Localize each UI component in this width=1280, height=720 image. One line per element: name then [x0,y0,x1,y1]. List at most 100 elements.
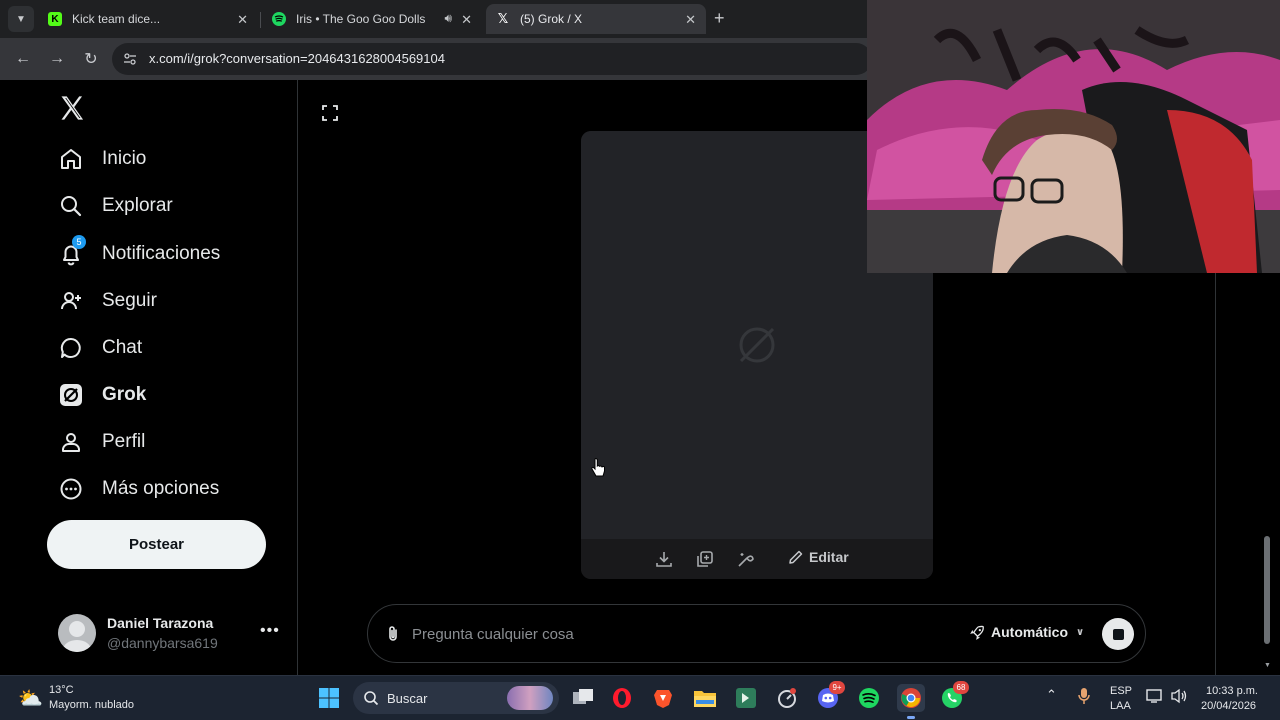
rocket-icon [970,625,984,640]
weather-widget[interactable]: ⛅ 13°C Mayorm. nublado [18,684,158,714]
tab-close-icon[interactable]: ✕ [461,12,472,28]
webcam-overlay [867,0,1280,273]
whatsapp-icon[interactable]: 68 [939,681,969,711]
column-divider [1215,270,1216,675]
mode-label: Automático [991,624,1068,640]
grok-icon [58,382,84,408]
tab-title: (5) Grok / X [520,12,583,26]
windows-start-icon[interactable] [316,685,342,711]
tab-divider [260,12,261,28]
image-actions: Editar [581,539,933,579]
avatar [58,614,96,652]
clock-date: 20/04/2026 [1201,700,1257,712]
taskbar-search[interactable]: Buscar [353,682,559,714]
tab-kick[interactable]: K Kick team dice... ✕ [38,4,258,34]
sidebar-item-chat[interactable]: Chat [58,333,142,363]
sidebar: Inicio Explorar 5 Notificaciones Seguir [0,80,298,675]
task-view-icon[interactable] [570,685,596,711]
tab-search-menu-button[interactable]: ▼ [8,6,34,32]
audio-playing-icon[interactable]: 🔊︎ [444,11,452,26]
sidebar-item-label: Notificaciones [102,243,221,264]
magic-edit-icon[interactable] [737,550,755,568]
forward-arrow-icon[interactable]: → [46,48,68,70]
address-bar[interactable]: x.com/i/grok?conversation=20464316280045… [112,43,872,75]
kick-icon: K [48,12,62,26]
account-switcher[interactable]: Daniel Tarazona @dannybarsa619 ••• [58,614,288,654]
sidebar-item-label: Inicio [102,148,147,169]
sidebar-item-label: Más opciones [102,478,220,499]
discord-icon[interactable]: 9+ [815,681,845,711]
input-language[interactable]: ESP [1110,685,1132,697]
input-language-layout: LAA [1110,700,1131,712]
new-tab-button[interactable]: + [714,8,725,29]
post-button[interactable]: Postear [47,520,266,569]
reload-icon[interactable]: ↻ [80,48,102,70]
clock-time[interactable]: 10:33 p.m. [1206,685,1258,697]
scroll-down-arrow-icon[interactable]: ▼ [1264,662,1271,669]
more-horizontal-icon[interactable]: ••• [260,622,280,640]
grok-prompt-input[interactable] [412,623,912,645]
chrome-icon[interactable] [897,684,925,712]
attach-icon[interactable] [384,625,402,643]
chrome-active-indicator [907,716,915,719]
search-label: Buscar [387,691,428,706]
x-logo-icon[interactable] [58,94,86,122]
search-icon [364,691,379,706]
search-highlight-image [507,686,553,710]
account-name: Daniel Tarazona [107,615,214,631]
brave-icon[interactable] [650,685,676,711]
grok-loading-icon [739,327,775,363]
sidebar-item-seguir[interactable]: Seguir [58,286,157,316]
sidebar-item-inicio[interactable]: Inicio [58,144,146,174]
sidebar-item-label: Explorar [102,195,173,216]
bell-icon: 5 [58,235,86,267]
discord-badge: 9+ [829,681,845,694]
spotify-icon[interactable] [856,685,882,711]
tab-spotify[interactable]: Iris • The Goo Goo Dolls 🔊︎ ✕ [262,4,482,34]
sidebar-item-mas-opciones[interactable]: Más opciones [58,474,219,504]
file-explorer-icon[interactable] [692,685,718,711]
mode-selector[interactable]: Automático ∨ [970,624,1084,640]
tab-title: Iris • The Goo Goo Dolls [296,12,426,26]
edit-button[interactable]: Editar [788,549,849,565]
stop-generation-button[interactable] [1102,618,1134,650]
scroll-thumb[interactable] [1264,536,1270,644]
microphone-icon[interactable] [1078,687,1090,708]
opera-icon[interactable] [609,685,635,711]
x-icon: 𝕏 [497,11,509,26]
sidebar-item-perfil[interactable]: Perfil [58,427,145,457]
sidebar-item-explorar[interactable]: Explorar [58,191,173,221]
tab-grok[interactable]: 𝕏 (5) Grok / X ✕ [486,4,706,34]
home-icon [58,146,84,172]
app-arrow-icon[interactable] [733,685,759,711]
account-handle: @dannybarsa619 [107,635,218,651]
sidebar-item-label: Seguir [102,290,157,311]
windows-taskbar: ⛅ 13°C Mayorm. nublado Buscar 9+ 68 ⌃ ES… [0,675,1280,720]
search-icon [58,193,84,219]
tab-close-icon[interactable]: ✕ [237,12,248,28]
whatsapp-badge: 68 [953,681,969,694]
sidebar-item-grok[interactable]: Grok [58,380,146,410]
site-settings-icon[interactable] [122,51,138,67]
tab-title: Kick team dice... [72,12,161,26]
tab-close-icon[interactable]: ✕ [685,12,696,28]
chat-icon [58,335,84,361]
weather-description: Mayorm. nublado [49,699,134,711]
copy-image-icon[interactable] [696,550,714,568]
stop-icon [1112,628,1124,640]
pencil-icon [789,550,803,564]
sidebar-item-label: Perfil [102,431,146,452]
chevron-up-icon[interactable]: ⌃ [1046,687,1057,703]
performance-overlay-icon[interactable] [774,685,800,711]
sidebar-item-notificaciones[interactable]: 5 Notificaciones [58,235,221,269]
back-arrow-icon[interactable]: ← [12,48,34,70]
volume-icon[interactable] [1170,688,1188,707]
network-icon[interactable] [1146,688,1164,707]
more-options-icon [58,476,84,502]
expand-icon[interactable] [321,104,339,122]
hand-cursor-icon [591,458,605,477]
chevron-down-icon: ∨ [1076,626,1085,638]
download-icon[interactable] [655,550,673,568]
weather-temperature: 13°C [49,684,74,696]
follow-icon [58,288,84,314]
